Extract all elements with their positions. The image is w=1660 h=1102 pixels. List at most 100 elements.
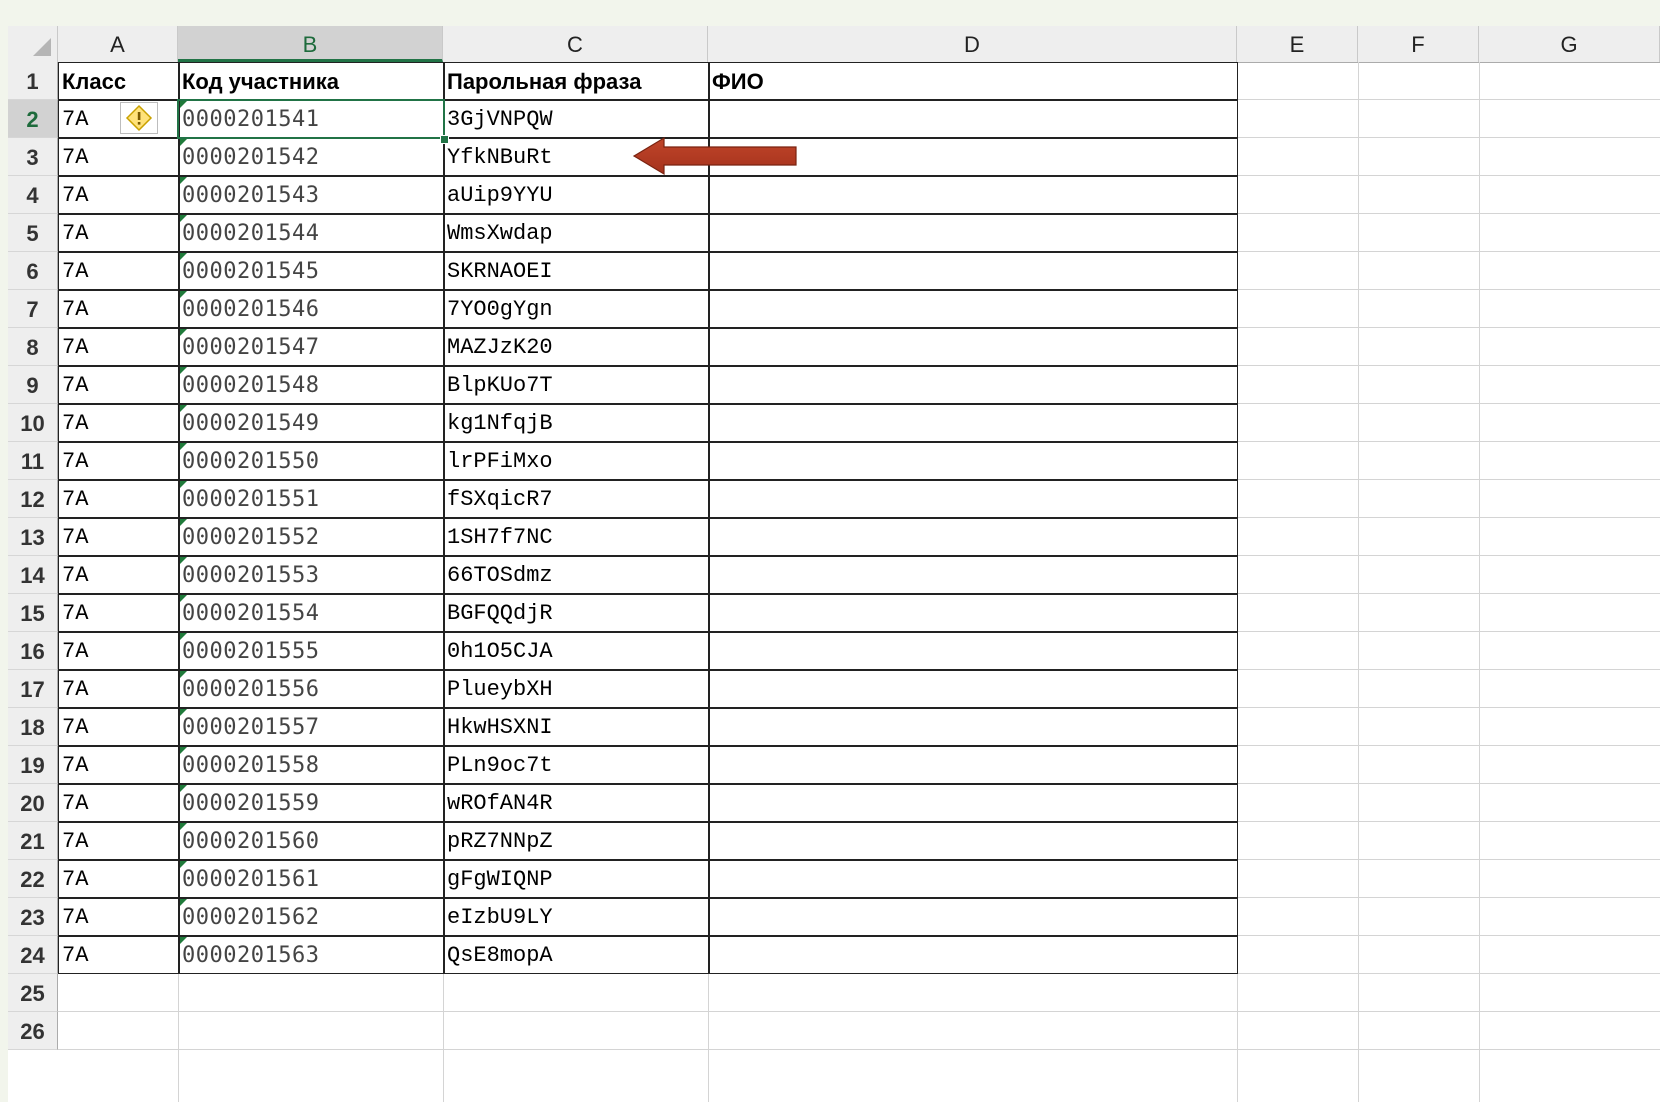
password-phrase-cell[interactable]: wROfAN4R xyxy=(443,784,708,822)
class-cell[interactable]: 7А xyxy=(58,898,178,936)
row-header-16[interactable]: 16 xyxy=(8,632,58,670)
participant-code-cell[interactable]: 0000201561 xyxy=(178,860,443,898)
row-header-15[interactable]: 15 xyxy=(8,594,58,632)
class-cell[interactable]: 7А xyxy=(58,936,178,974)
class-cell[interactable]: 7А xyxy=(58,480,178,518)
password-phrase-cell[interactable]: MAZJzK20 xyxy=(443,328,708,366)
participant-code-cell[interactable]: 0000201542 xyxy=(178,138,443,176)
fio-cell[interactable] xyxy=(708,822,1237,860)
fio-cell[interactable] xyxy=(708,594,1237,632)
fio-cell[interactable] xyxy=(708,366,1237,404)
password-phrase-cell[interactable]: 0h1O5CJA xyxy=(443,632,708,670)
class-cell[interactable]: 7А xyxy=(58,214,178,252)
column-header-e[interactable]: E xyxy=(1237,26,1358,62)
row-header-2[interactable]: 2 xyxy=(8,100,58,138)
header-cell-class[interactable]: Класс xyxy=(58,62,178,100)
row-header-26[interactable]: 26 xyxy=(8,1012,58,1050)
class-cell[interactable]: 7А xyxy=(58,176,178,214)
row-header-7[interactable]: 7 xyxy=(8,290,58,328)
class-cell[interactable]: 7А xyxy=(58,366,178,404)
column-header-b[interactable]: B xyxy=(178,26,443,62)
class-cell[interactable]: 7А xyxy=(58,328,178,366)
password-phrase-cell[interactable]: WmsXwdap xyxy=(443,214,708,252)
participant-code-cell[interactable]: 0000201560 xyxy=(178,822,443,860)
row-header-8[interactable]: 8 xyxy=(8,328,58,366)
class-cell[interactable]: 7А xyxy=(58,746,178,784)
fio-cell[interactable] xyxy=(708,214,1237,252)
row-header-4[interactable]: 4 xyxy=(8,176,58,214)
password-phrase-cell[interactable]: pRZ7NNpZ xyxy=(443,822,708,860)
row-header-6[interactable]: 6 xyxy=(8,252,58,290)
row-header-20[interactable]: 20 xyxy=(8,784,58,822)
password-phrase-cell[interactable]: kg1NfqjB xyxy=(443,404,708,442)
class-cell[interactable]: 7А xyxy=(58,708,178,746)
class-cell[interactable]: 7А xyxy=(58,138,178,176)
class-cell[interactable]: 7А xyxy=(58,784,178,822)
fio-cell[interactable] xyxy=(708,100,1237,138)
participant-code-cell[interactable]: 0000201543 xyxy=(178,176,443,214)
password-phrase-cell[interactable]: HkwHSXNI xyxy=(443,708,708,746)
fio-cell[interactable] xyxy=(708,670,1237,708)
column-header-a[interactable]: A xyxy=(58,26,178,62)
row-header-14[interactable]: 14 xyxy=(8,556,58,594)
participant-code-cell[interactable]: 0000201547 xyxy=(178,328,443,366)
row-header-11[interactable]: 11 xyxy=(8,442,58,480)
participant-code-cell[interactable]: 0000201562 xyxy=(178,898,443,936)
password-phrase-cell[interactable]: 66TOSdmz xyxy=(443,556,708,594)
row-header-9[interactable]: 9 xyxy=(8,366,58,404)
class-cell[interactable]: 7А xyxy=(58,632,178,670)
password-phrase-cell[interactable]: BGFQQdjR xyxy=(443,594,708,632)
row-header-17[interactable]: 17 xyxy=(8,670,58,708)
fio-cell[interactable] xyxy=(708,252,1237,290)
participant-code-cell[interactable]: 0000201557 xyxy=(178,708,443,746)
class-cell[interactable]: 7А xyxy=(58,442,178,480)
column-header-c[interactable]: C xyxy=(443,26,708,62)
column-header-g[interactable]: G xyxy=(1479,26,1660,62)
class-cell[interactable]: 7А xyxy=(58,518,178,556)
participant-code-cell[interactable]: 0000201549 xyxy=(178,404,443,442)
row-header-25[interactable]: 25 xyxy=(8,974,58,1012)
fio-cell[interactable] xyxy=(708,442,1237,480)
participant-code-cell[interactable]: 0000201558 xyxy=(178,746,443,784)
column-header-d[interactable]: D xyxy=(708,26,1237,62)
password-phrase-cell[interactable]: lrPFiMxo xyxy=(443,442,708,480)
fio-cell[interactable] xyxy=(708,480,1237,518)
fio-cell[interactable] xyxy=(708,556,1237,594)
fio-cell[interactable] xyxy=(708,708,1237,746)
password-phrase-cell[interactable]: PLn9oc7t xyxy=(443,746,708,784)
fio-cell[interactable] xyxy=(708,898,1237,936)
row-header-23[interactable]: 23 xyxy=(8,898,58,936)
participant-code-cell[interactable]: 0000201550 xyxy=(178,442,443,480)
participant-code-cell[interactable]: 0000201545 xyxy=(178,252,443,290)
row-header-1[interactable]: 1 xyxy=(8,62,58,100)
participant-code-cell[interactable]: 0000201559 xyxy=(178,784,443,822)
class-cell[interactable]: 7А xyxy=(58,860,178,898)
password-phrase-cell[interactable]: SKRNAOEI xyxy=(443,252,708,290)
row-header-5[interactable]: 5 xyxy=(8,214,58,252)
participant-code-cell[interactable]: 0000201563 xyxy=(178,936,443,974)
spreadsheet-grid[interactable]: ABCDEFG 1 2 3 4 5 6 7 8 9 10 11 12 13 14 15 16 17 18 19 20 2… xyxy=(8,26,1660,1102)
fio-cell[interactable] xyxy=(708,404,1237,442)
password-phrase-cell[interactable]: gFgWIQNP xyxy=(443,860,708,898)
header-cell-password[interactable]: Парольная фраза xyxy=(443,62,708,100)
fio-cell[interactable] xyxy=(708,784,1237,822)
fill-handle[interactable] xyxy=(440,135,449,144)
class-cell[interactable]: 7А xyxy=(58,822,178,860)
password-phrase-cell[interactable]: aUip9YYU xyxy=(443,176,708,214)
row-header-24[interactable]: 24 xyxy=(8,936,58,974)
password-phrase-cell[interactable]: eIzbU9LY xyxy=(443,898,708,936)
participant-code-cell[interactable]: 0000201552 xyxy=(178,518,443,556)
row-header-21[interactable]: 21 xyxy=(8,822,58,860)
row-header-12[interactable]: 12 xyxy=(8,480,58,518)
participant-code-cell[interactable]: 0000201553 xyxy=(178,556,443,594)
password-phrase-cell[interactable]: QsE8mopA xyxy=(443,936,708,974)
password-phrase-cell[interactable]: fSXqicR7 xyxy=(443,480,708,518)
class-cell[interactable]: 7А xyxy=(58,252,178,290)
class-cell[interactable]: 7А xyxy=(58,404,178,442)
fio-cell[interactable] xyxy=(708,746,1237,784)
header-cell-code[interactable]: Код участника xyxy=(178,62,443,100)
fio-cell[interactable] xyxy=(708,176,1237,214)
password-phrase-cell[interactable]: 3GjVNPQW xyxy=(443,100,708,138)
class-cell[interactable]: 7А xyxy=(58,594,178,632)
row-header-10[interactable]: 10 xyxy=(8,404,58,442)
